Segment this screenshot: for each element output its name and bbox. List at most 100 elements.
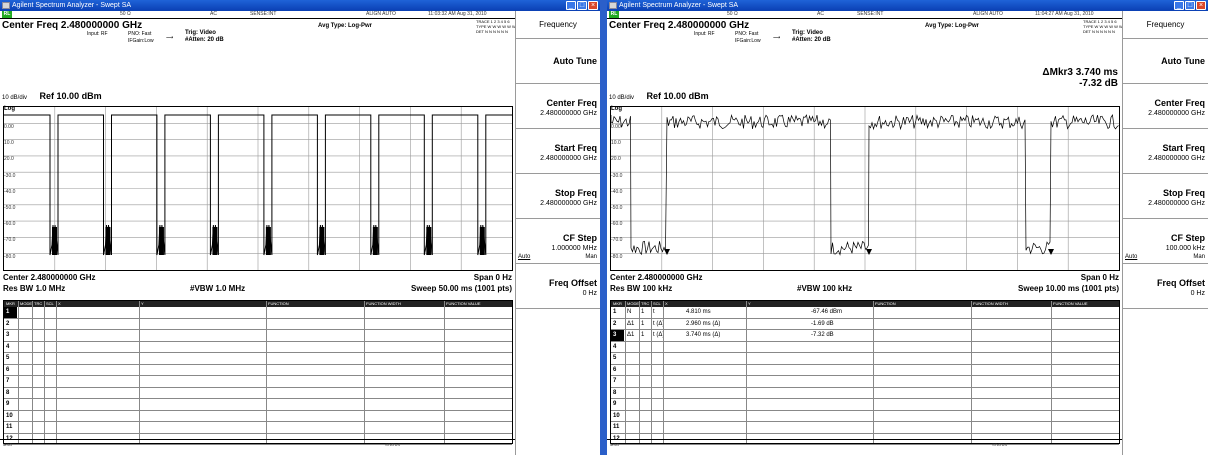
start-freq-button[interactable]: Start Freq 2.480000000 GHz [1123, 129, 1208, 174]
table-cell-n: 8 [6, 389, 10, 396]
minimize-icon[interactable]: _ [566, 1, 576, 10]
table-row[interactable]: 1 [4, 307, 512, 319]
sweep-time: Sweep 50.00 ms (1001 pts) [411, 284, 512, 293]
auto-tune-button[interactable]: Auto Tune [1123, 39, 1208, 84]
table-row[interactable]: 11 [611, 422, 1119, 434]
marker-2[interactable] [866, 249, 872, 255]
marker-1[interactable] [664, 249, 670, 255]
trace-plot [611, 107, 1119, 270]
analyzer-screen: RL 50 Ω AC SENSE:INT ALIGN AUTO 11:03:32… [0, 11, 516, 455]
close-icon[interactable]: × [588, 1, 598, 10]
table-row[interactable]: 3 [4, 330, 512, 342]
cf-step-auto[interactable]: Auto [1125, 254, 1137, 260]
table-cell-x: 2.960 ms (Δ) [686, 320, 721, 327]
table-row[interactable]: 8 [4, 388, 512, 399]
coupling: AC [817, 11, 824, 17]
center-freq-button[interactable]: Center Freq 2.480000000 GHz [516, 84, 600, 129]
reference-level: Ref 10.00 dBm [646, 91, 709, 101]
center-freq-button[interactable]: Center Freq 2.480000000 GHz [1123, 84, 1208, 129]
auto-tune-label: Auto Tune [553, 56, 597, 66]
table-row[interactable]: 5 [611, 353, 1119, 365]
screenshot-pair: Agilent Spectrum Analyzer - Swept SA _ □ ×… [0, 0, 1208, 455]
freq-offset-button[interactable]: Freq Offset 0 Hz [1123, 264, 1208, 309]
burst-marker [212, 227, 218, 255]
center-freq-readout: Center Freq 2.480000000 GHz [609, 20, 750, 31]
marker-readout: ΔMkr3 3.740 ms -7.32 dB [1042, 67, 1118, 89]
table-row[interactable]: 2 [4, 319, 512, 330]
table-row[interactable]: 3 Δ1 1 t (Δ) 3.740 ms (Δ) -7.32 dB [611, 330, 1119, 342]
title-bar[interactable]: Agilent Spectrum Analyzer - Swept SA _ □ × [0, 0, 600, 11]
y-axis-label: -60.0 [611, 221, 623, 228]
title-bar[interactable]: Agilent Spectrum Analyzer - Swept SA _ □ × [607, 0, 1208, 11]
table-cell-n: 7 [6, 378, 10, 384]
maximize-icon[interactable]: □ [1185, 1, 1195, 10]
table-cell-n: 11 [6, 424, 13, 430]
table-row[interactable]: 10 [611, 411, 1119, 422]
table-row[interactable]: 9 [611, 399, 1119, 411]
cf-step-button[interactable]: CF Step 1.000000 MHz Auto Man [516, 219, 600, 264]
table-row[interactable]: 6 [611, 365, 1119, 376]
maximize-icon[interactable]: □ [577, 1, 587, 10]
freq-offset-button[interactable]: Freq Offset 0 Hz [516, 264, 600, 309]
sweep-time: Sweep 10.00 ms (1001 pts) [1018, 284, 1119, 293]
burst-marker [158, 227, 164, 255]
y-axis-label: 10.0 [4, 140, 14, 147]
start-freq-label: Start Freq [554, 143, 597, 153]
center-freq-value: 2.480000000 GHz [1148, 110, 1205, 117]
analyzer-window-right: Agilent Spectrum Analyzer - Swept SA _ □ ×… [607, 0, 1208, 455]
y-axis-label: -70.0 [4, 237, 16, 244]
freq-offset-label: Freq Offset [548, 278, 597, 288]
cf-step-value: 100.000 kHz [1165, 245, 1205, 252]
table-cell-n: 11 [613, 424, 620, 430]
input-impedance: 50 Ω [727, 11, 738, 17]
stop-freq-button[interactable]: Stop Freq 2.480000000 GHz [1123, 174, 1208, 219]
ifgain-setting: IFGain:Low [128, 38, 154, 44]
menu-title: Frequency [516, 11, 600, 39]
table-row[interactable]: 8 [611, 388, 1119, 399]
trace-graph[interactable] [610, 106, 1120, 271]
y-axis-label: 0.00 [611, 124, 621, 130]
table-row[interactable]: 4 [4, 342, 512, 353]
table-row[interactable]: 4 [611, 342, 1119, 353]
app-icon [2, 2, 10, 9]
cf-step-auto[interactable]: Auto [518, 254, 530, 260]
cf-step-man[interactable]: Man [585, 254, 597, 260]
y-axis-label: 0.00 [4, 124, 14, 130]
table-column-divider [873, 301, 874, 443]
marker-table-body: 1 2 3 4 5 6 7 8 9 10 11 12 [4, 307, 512, 445]
table-row[interactable]: 11 [4, 422, 512, 434]
stop-freq-button[interactable]: Stop Freq 2.480000000 GHz [516, 174, 600, 219]
table-row[interactable]: 9 [4, 399, 512, 411]
table-row[interactable]: 7 [611, 376, 1119, 388]
marker-3[interactable] [1048, 249, 1054, 255]
cf-step-man[interactable]: Man [1193, 254, 1205, 260]
table-row[interactable]: 1 N 1 t 4.810 ms -67.46 dBm [611, 307, 1119, 319]
y-axis-label: -50.0 [611, 205, 623, 211]
marker-table: MKR MODE TRC SCL X Y FUNCTION FUNCTION WIDTH FUN… [3, 300, 513, 445]
y-axis-label: 20.0 [611, 156, 621, 163]
table-cell-n: 1 [613, 309, 617, 315]
trace-graph[interactable] [3, 106, 513, 271]
auto-tune-button[interactable]: Auto Tune [516, 39, 600, 84]
window-title: Agilent Spectrum Analyzer - Swept SA [619, 2, 739, 9]
reference-level: Ref 10.00 dBm [39, 91, 102, 101]
analyzer-screen: RL 50 Ω AC SENSE:INT ALIGN AUTO 11:04:27… [607, 11, 1123, 455]
table-row[interactable]: 10 [4, 411, 512, 422]
table-row[interactable]: 6 [4, 365, 512, 376]
start-freq-button[interactable]: Start Freq 2.480000000 GHz [516, 129, 600, 174]
table-column-divider [18, 301, 19, 443]
table-cell-x: 4.810 ms [686, 309, 711, 315]
minimize-icon[interactable]: _ [1174, 1, 1184, 10]
cf-step-button[interactable]: CF Step 100.000 kHz Auto Man [1123, 219, 1208, 264]
trigger-arrow-icon: ⟶ [166, 35, 174, 41]
table-column-divider [139, 301, 140, 443]
close-icon[interactable]: × [1196, 1, 1206, 10]
attenuation-setting: #Atten: 20 dB [792, 37, 831, 43]
cf-step-label: CF Step [562, 233, 597, 243]
table-row[interactable]: 2 Δ1 1 t (Δ) 2.960 ms (Δ) -1.69 dB [611, 319, 1119, 330]
trace-plot [4, 107, 512, 270]
y-axis-label: -60.0 [4, 221, 16, 228]
table-row[interactable]: 7 [4, 376, 512, 388]
center-frequency: Center 2.480000000 GHz [3, 273, 96, 282]
table-row[interactable]: 5 [4, 353, 512, 365]
